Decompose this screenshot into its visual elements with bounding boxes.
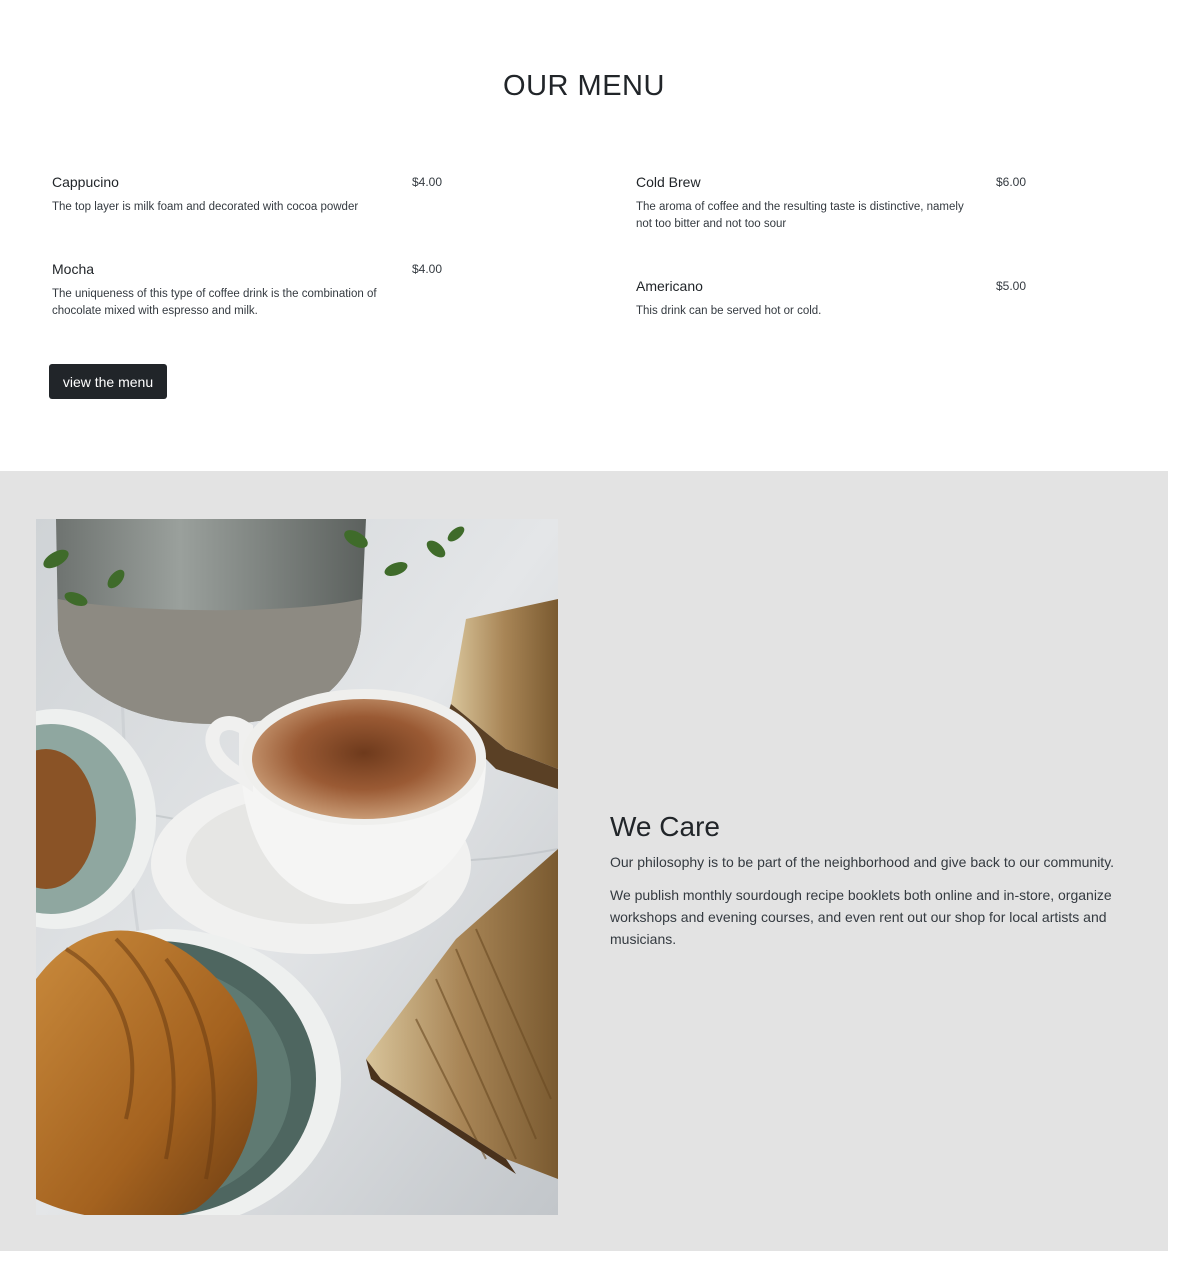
menu-item-price: $6.00 (996, 175, 1027, 189)
menu-item-price: $5.00 (996, 279, 1027, 293)
menu-item-name: Mocha (52, 261, 95, 277)
we-care-paragraph: We publish monthly sourdough recipe book… (610, 887, 1112, 947)
menu-title: OUR MENU (503, 70, 665, 102)
menu-item-description: The uniqueness of this type of coffee dr… (52, 288, 377, 317)
menu-item-name: Cappucino (52, 174, 119, 190)
view-menu-button[interactable]: view the menu (49, 364, 167, 399)
we-care-text: We Care Our philosophy is to be part of … (610, 811, 1130, 961)
we-care-paragraph: Our philosophy is to be part of the neig… (610, 854, 1115, 870)
menu-section: OUR MENU Cappucino $4.00 The top layer i… (0, 0, 1177, 471)
menu-item-name: Americano (636, 278, 703, 294)
coffee-croissant-photo (36, 519, 558, 1215)
we-care-heading: We Care (610, 811, 720, 842)
menu-item-price: $4.00 (412, 262, 443, 276)
we-care-section: We Care Our philosophy is to be part of … (0, 471, 1168, 1251)
page-footer-spacer (0, 1251, 1177, 1267)
menu-item-description: This drink can be served hot or cold. (636, 305, 822, 317)
menu-item-price: $4.00 (412, 175, 443, 189)
menu-item-name: Cold Brew (636, 174, 701, 190)
menu-item-description: The aroma of coffee and the resulting ta… (636, 201, 964, 230)
menu-item-description: The top layer is milk foam and decorated… (52, 201, 359, 213)
